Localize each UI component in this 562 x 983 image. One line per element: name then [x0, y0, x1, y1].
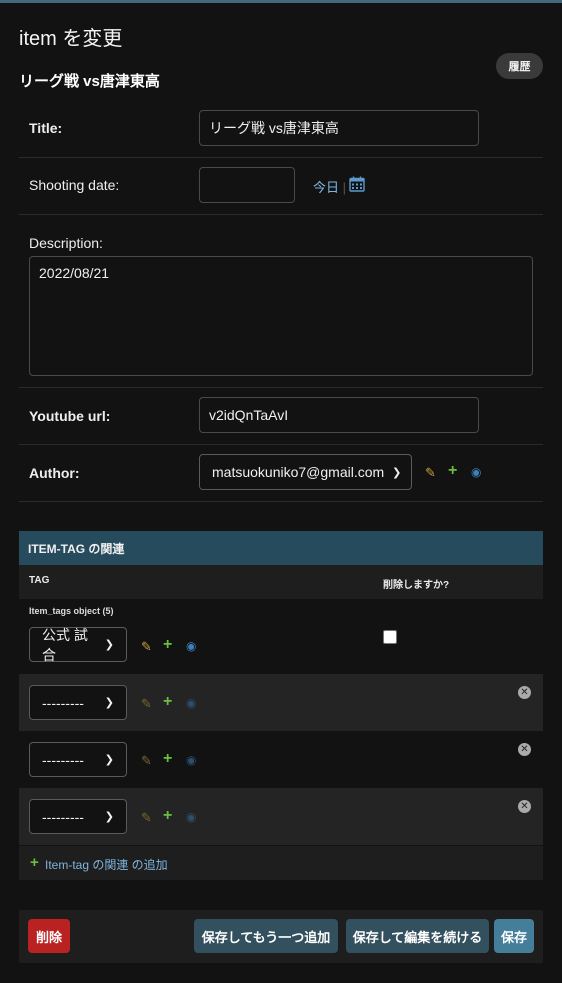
plus-icon[interactable]: + — [163, 808, 172, 824]
today-link[interactable]: 今日 — [313, 180, 339, 195]
tag-selected-value: --------- — [42, 751, 84, 768]
inline-row: --------- ❯ ✎ + ◉ ✕ — [19, 788, 543, 845]
eye-icon[interactable]: ◉ — [186, 640, 196, 653]
pencil-icon[interactable]: ✎ — [141, 811, 152, 824]
tag-select[interactable]: --------- ❯ — [29, 742, 127, 777]
delete-x-icon[interactable]: ✕ — [518, 686, 531, 699]
chevron-down-icon: ❯ — [104, 639, 114, 651]
inline-column-headers: TAG 削除しますか? — [19, 565, 543, 599]
title-row: Title: リーグ戦 vs唐津東高 — [19, 100, 543, 158]
tag-selected-value: --------- — [42, 694, 84, 711]
tag-selected-value: 公式 試合 — [42, 626, 88, 663]
plus-icon[interactable]: + — [448, 463, 457, 479]
eye-icon[interactable]: ◉ — [186, 811, 196, 824]
inline-row: --------- ❯ ✎ + ◉ ✕ — [19, 731, 543, 788]
chevron-down-icon: ❯ — [104, 811, 114, 823]
pencil-icon[interactable]: ✎ — [425, 466, 436, 479]
pencil-icon[interactable]: ✎ — [141, 697, 152, 710]
chevron-down-icon: ❯ — [392, 466, 402, 479]
author-row: Author: matsuokuniko7@gmail.com ❯ ✎ + ◉ — [19, 444, 543, 502]
tag-select[interactable]: 公式 試合 ❯ — [29, 626, 127, 663]
delete-x-icon[interactable]: ✕ — [518, 743, 531, 756]
delete-checkbox[interactable] — [383, 630, 397, 644]
inline-header: ITEM-TAG の関連 — [19, 531, 543, 565]
chevron-down-icon: ❯ — [104, 697, 114, 709]
youtube-url-row: Youtube url: v2idQnTaAvI — [19, 387, 543, 445]
eye-icon[interactable]: ◉ — [471, 466, 481, 479]
plus-icon[interactable]: + — [163, 751, 172, 767]
eye-icon[interactable]: ◉ — [186, 697, 196, 710]
object-title: リーグ戦 vs唐津東高 — [19, 73, 160, 90]
add-inline-row: + Item-tag の関連 の追加 — [19, 846, 543, 880]
calendar-icon[interactable] — [349, 176, 365, 195]
author-selected-value: matsuokuniko7@gmail.com — [212, 464, 385, 480]
plus-icon[interactable]: + — [30, 854, 39, 871]
inline-object-label: Item_tags object (5) — [29, 606, 114, 616]
author-select[interactable]: matsuokuniko7@gmail.com ❯ — [199, 454, 412, 490]
top-bar — [0, 0, 562, 3]
title-label: Title: — [29, 120, 63, 136]
submit-row: 削除 保存してもう一つ追加 保存して編集を続ける 保存 — [19, 910, 543, 963]
date-separator: | — [342, 180, 347, 195]
chevron-down-icon: ❯ — [104, 754, 114, 766]
pencil-icon[interactable]: ✎ — [141, 640, 152, 653]
tag-select[interactable]: --------- ❯ — [29, 685, 127, 720]
youtube-url-input[interactable]: v2idQnTaAvI — [199, 397, 479, 433]
save-add-another-button[interactable]: 保存してもう一つ追加 — [194, 919, 338, 953]
item-tag-inline-group: ITEM-TAG の関連 TAG 削除しますか? Item_tags objec… — [19, 531, 543, 880]
shooting-date-label: Shooting date: — [29, 177, 120, 193]
delete-column-header: 削除しますか? — [383, 580, 450, 591]
tag-select[interactable]: --------- ❯ — [29, 799, 127, 834]
inline-row: --------- ❯ ✎ + ◉ ✕ — [19, 674, 543, 731]
save-button[interactable]: 保存 — [494, 919, 534, 953]
history-button[interactable]: 履歴 — [496, 53, 543, 79]
pencil-icon[interactable]: ✎ — [141, 754, 152, 767]
delete-x-icon[interactable]: ✕ — [518, 800, 531, 813]
youtube-url-label: Youtube url: — [29, 408, 111, 424]
inline-row: Item_tags object (5) 公式 試合 ❯ ✎ + ◉ — [19, 599, 543, 674]
delete-button[interactable]: 削除 — [28, 919, 70, 953]
tag-column-header: TAG — [29, 575, 50, 586]
tag-selected-value: --------- — [42, 808, 84, 825]
eye-icon[interactable]: ◉ — [186, 754, 196, 767]
title-input[interactable]: リーグ戦 vs唐津東高 — [199, 110, 479, 146]
plus-icon[interactable]: + — [163, 637, 172, 653]
add-item-tag-link[interactable]: Item-tag の関連 の追加 — [45, 856, 168, 873]
shooting-date-row: Shooting date: 今日 | — [19, 157, 543, 215]
description-row: Description: 2022/08/21 — [19, 214, 543, 388]
description-textarea[interactable]: 2022/08/21 — [29, 256, 533, 376]
today-link-group: 今日 | — [313, 177, 346, 196]
save-continue-button[interactable]: 保存して編集を続ける — [346, 919, 489, 953]
author-label: Author: — [29, 465, 80, 481]
description-label: Description: — [29, 235, 103, 251]
plus-icon[interactable]: + — [163, 694, 172, 710]
page-title: item を変更 — [19, 28, 123, 50]
shooting-date-input[interactable] — [199, 167, 295, 203]
